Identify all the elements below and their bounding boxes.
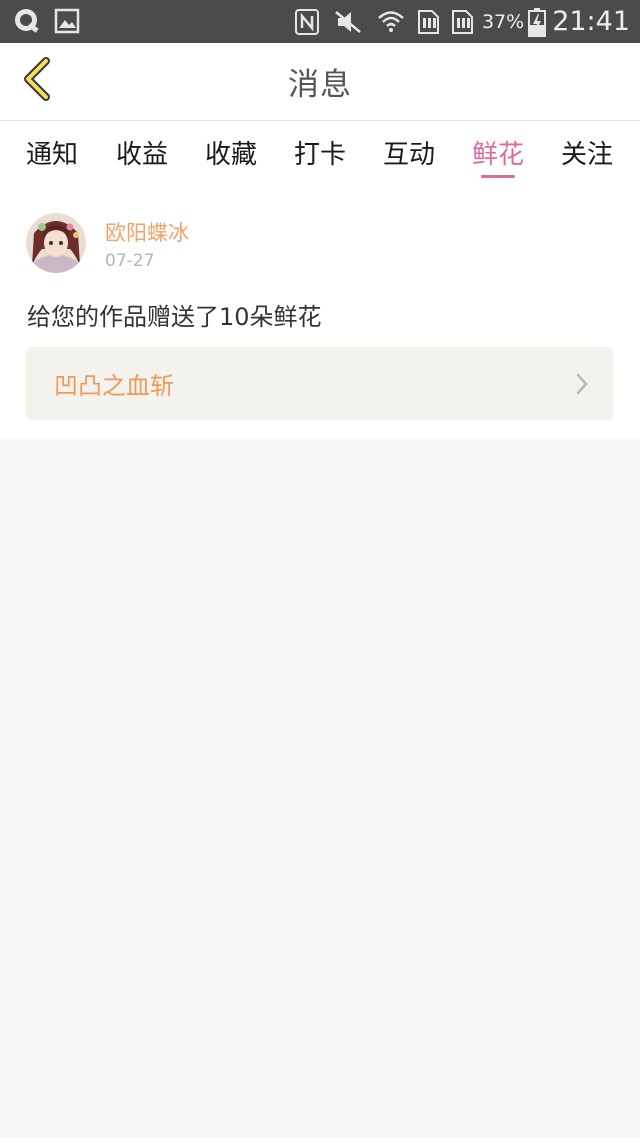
status-bar-left — [12, 6, 80, 36]
avatar[interactable] — [26, 213, 86, 273]
tab-label: 打卡 — [293, 140, 346, 170]
clock-time: 21:41 — [552, 6, 630, 37]
sim2-icon — [450, 8, 476, 36]
status-bar-right: 37% 21:41 — [294, 0, 630, 43]
message-card: 欧阳蝶冰 07-27 给您的作品赠送了10朵鲜花 凹凸之血斩 — [0, 185, 640, 438]
work-title: 凹凸之血斩 — [54, 372, 174, 400]
nfc-icon — [294, 8, 320, 36]
gallery-icon — [54, 8, 80, 34]
message-text: 给您的作品赠送了10朵鲜花 — [27, 303, 322, 331]
tab-label: 通知 — [25, 140, 78, 170]
tab-checkin[interactable]: 打卡 — [280, 121, 360, 185]
battery-charging-icon — [528, 7, 547, 37]
tab-favorites[interactable]: 收藏 — [191, 121, 271, 185]
status-bar: 37% 21:41 — [0, 0, 640, 43]
tab-flowers[interactable]: 鲜花 — [458, 121, 538, 185]
q-app-icon — [12, 6, 42, 36]
tab-interaction[interactable]: 互动 — [369, 121, 449, 185]
tab-notifications[interactable]: 通知 — [12, 121, 92, 185]
tab-earnings[interactable]: 收益 — [102, 121, 182, 185]
battery-percent: 37% — [481, 10, 525, 33]
sender-username[interactable]: 欧阳蝶冰 — [105, 217, 189, 247]
work-link[interactable]: 凹凸之血斩 — [26, 347, 613, 420]
message-date: 07-27 — [105, 251, 155, 271]
tab-following[interactable]: 关注 — [547, 121, 627, 185]
chevron-right-icon — [575, 373, 589, 399]
mute-icon — [334, 8, 362, 36]
tab-label: 收益 — [115, 140, 168, 170]
active-tab-indicator — [481, 175, 515, 178]
tab-label: 收藏 — [204, 140, 257, 170]
wifi-icon — [376, 7, 406, 37]
header: 消息 — [0, 43, 640, 121]
page-title: 消息 — [288, 67, 352, 103]
tab-label: 互动 — [382, 140, 435, 170]
tab-bar: 通知 收益 收藏 打卡 互动 鲜花 关注 — [0, 121, 640, 185]
sim1-icon — [416, 8, 442, 36]
tab-label: 关注 — [560, 140, 613, 170]
